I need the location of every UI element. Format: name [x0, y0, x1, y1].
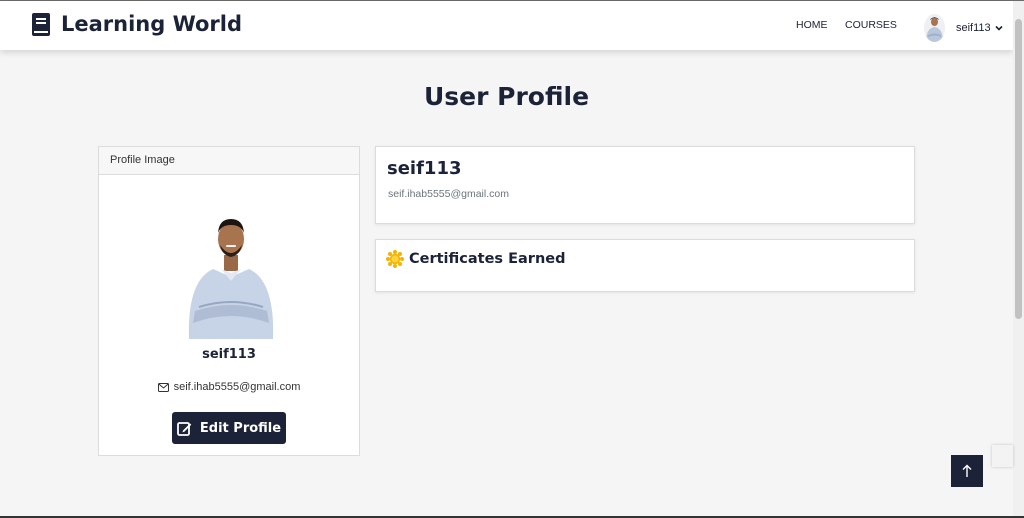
page-title: User Profile	[423, 82, 590, 111]
user-menu-toggle[interactable]: seif113	[924, 14, 1003, 42]
info-email: seif.ihab5555@gmail.com	[388, 188, 509, 200]
nav-home-link[interactable]: HOME	[796, 19, 828, 31]
certificates-title: Certificates Earned	[409, 251, 566, 267]
sun-badge-icon	[386, 250, 404, 268]
navbar: Learning World HOME COURSES seif113	[0, 1, 1013, 50]
user-menu-name: seif113	[956, 22, 991, 34]
profile-email-row: seif.ihab5555@gmail.com	[99, 381, 359, 393]
arrow-up-icon	[962, 464, 972, 477]
back-to-top-button[interactable]	[951, 455, 983, 487]
edit-icon	[177, 421, 192, 436]
page-scrollbar[interactable]	[1013, 1, 1024, 518]
recaptcha-badge[interactable]	[992, 445, 1013, 467]
edit-profile-label: Edit Profile	[199, 420, 282, 436]
edit-profile-button[interactable]: Edit Profile	[172, 412, 286, 444]
profile-photo	[188, 219, 274, 339]
info-username: seif113	[387, 158, 462, 179]
chevron-down-icon	[995, 25, 1003, 31]
profile-username: seif113	[202, 347, 256, 362]
scrollbar-thumb[interactable]	[1015, 19, 1022, 319]
brand-name: Learning World	[61, 12, 243, 36]
certificates-card: Certificates Earned	[375, 239, 915, 292]
avatar	[924, 14, 945, 42]
book-icon	[32, 12, 50, 36]
brand[interactable]: Learning World	[32, 12, 242, 36]
envelope-icon	[157, 382, 169, 392]
profile-image-card: Profile Image seif113 seif.ihab5555@gmai…	[98, 146, 360, 456]
profile-image-card-header: Profile Image	[99, 147, 359, 175]
profile-email: seif.ihab5555@gmail.com	[173, 381, 301, 393]
user-info-card: seif113 seif.ihab5555@gmail.com	[375, 146, 915, 224]
nav-courses-link[interactable]: COURSES	[845, 19, 897, 31]
certificates-heading: Certificates Earned	[386, 250, 565, 268]
